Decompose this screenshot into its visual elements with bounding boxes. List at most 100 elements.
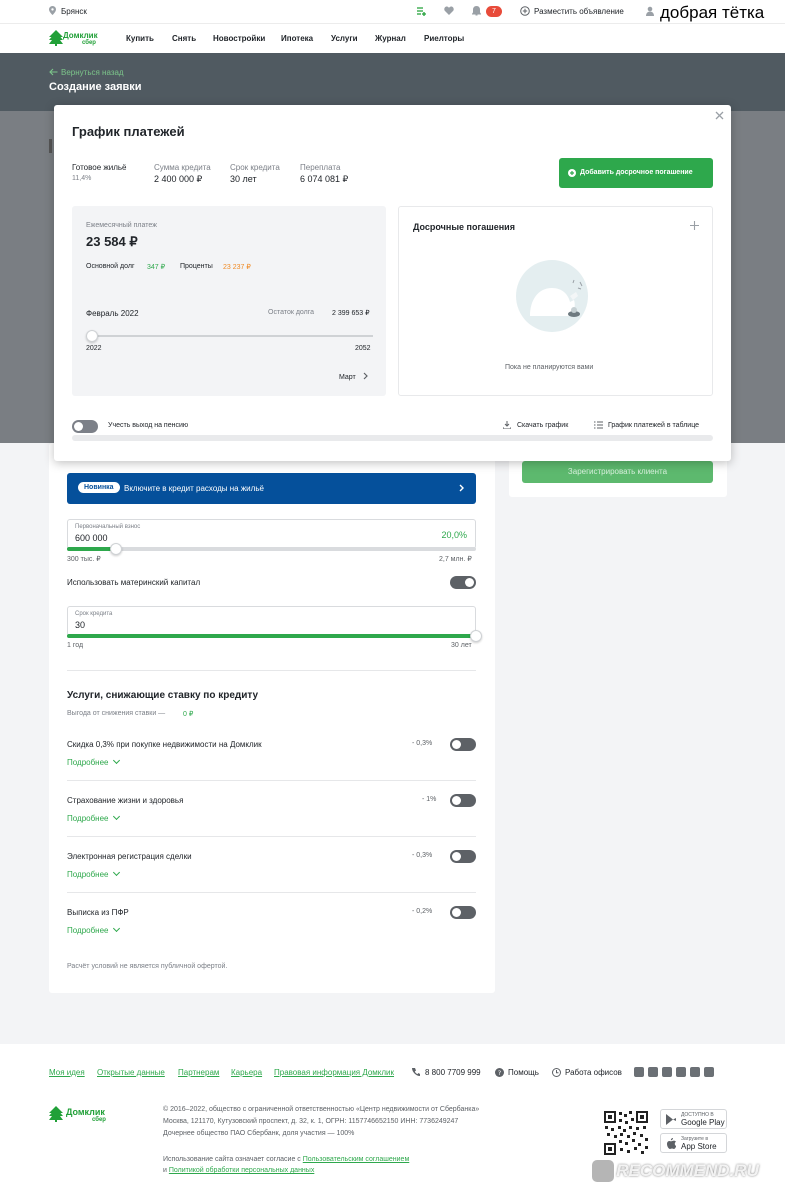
loan-term-slider-thumb[interactable] <box>470 630 482 642</box>
watermark-text: RECOMMEND.RU <box>616 1161 759 1180</box>
nav-mortgage[interactable]: Ипотека <box>281 34 313 43</box>
service-more-link[interactable]: Подробнее <box>67 756 120 767</box>
footer-offices[interactable]: Работа офисов <box>565 1068 622 1077</box>
divider <box>67 780 476 781</box>
overpayment-label: Переплата <box>300 163 341 172</box>
next-month-label: Март <box>339 374 356 381</box>
legal-line-3: Дочернее общество ПАО Сбербанк, доля уча… <box>163 1130 355 1137</box>
ok-icon[interactable] <box>648 1067 658 1077</box>
dimmed-tab-underline <box>49 139 52 153</box>
service-toggle[interactable] <box>450 850 476 863</box>
phone-icon <box>412 1068 420 1077</box>
location-pin-icon <box>49 6 56 15</box>
principal-value: 347 ₽ <box>147 264 166 271</box>
post-ad-link[interactable]: Разместить объявление <box>534 7 624 16</box>
download-icon[interactable] <box>502 421 512 430</box>
down-payment-slider-fill <box>67 547 117 551</box>
footer-link[interactable]: Открытые данные <box>97 1068 165 1077</box>
table-list-icon[interactable] <box>594 421 603 429</box>
nav-new-buildings[interactable]: Новостройки <box>213 34 265 43</box>
close-icon[interactable] <box>715 111 724 120</box>
monthly-payment-label: Ежемесячный платеж <box>86 222 157 229</box>
user-name[interactable]: добрая тётка <box>660 3 769 23</box>
legal-line-2: Москва, 121170, Кутузовский проспект, д.… <box>163 1118 459 1125</box>
back-link[interactable]: Вернуться назад <box>61 68 124 77</box>
compare-icon[interactable] <box>416 6 426 16</box>
maternal-capital-toggle[interactable] <box>450 576 476 589</box>
telegram-icon[interactable] <box>634 1067 644 1077</box>
instagram-icon[interactable] <box>662 1067 672 1077</box>
loan-amount-value: 2 400 000 ₽ <box>154 174 203 184</box>
overpayment-value: 6 074 081 ₽ <box>300 174 349 184</box>
watermark-logo-icon <box>592 1160 614 1182</box>
plus-circle-icon <box>520 6 530 16</box>
empty-state-illustration <box>516 260 588 332</box>
notifications-count-badge: 7 <box>486 6 502 17</box>
year-slider-track[interactable] <box>86 335 373 337</box>
down-payment-field[interactable]: Первоначальный взнос 600 000 20,0% <box>67 519 476 549</box>
domclick-logo-icon[interactable] <box>49 30 63 46</box>
nav-rent[interactable]: Снять <box>172 34 196 43</box>
footer-logo-icon[interactable] <box>49 1106 63 1122</box>
main-nav: Домклик сбер Купить Снять Новостройки Ип… <box>0 24 785 53</box>
service-more-link[interactable]: Подробнее <box>67 868 120 879</box>
plus-icon[interactable] <box>690 221 699 230</box>
page-title: Создание заявки <box>49 81 142 93</box>
next-month-link[interactable]: Март <box>339 372 369 381</box>
download-schedule-link[interactable]: Скачать график <box>517 422 568 429</box>
pension-toggle[interactable] <box>72 420 98 433</box>
service-toggle[interactable] <box>450 738 476 751</box>
service-rate: - 0,3% <box>412 852 433 859</box>
favorites-heart-icon[interactable] <box>444 6 454 16</box>
city-selector[interactable]: Брянск <box>61 7 87 16</box>
nav-services[interactable]: Услуги <box>331 34 358 43</box>
google-play-label: Google Play <box>681 1118 725 1127</box>
back-arrow-icon[interactable] <box>49 68 58 76</box>
loan-term-slider[interactable] <box>67 630 482 642</box>
facebook-icon[interactable] <box>704 1067 714 1077</box>
footer-phone[interactable]: 8 800 7709 999 <box>425 1068 481 1077</box>
chevron-down-icon <box>112 756 120 765</box>
early-repayments-panel: Досрочные погашения Пока не планируются … <box>398 206 713 396</box>
privacy-policy-link[interactable]: Политикой обработки персональных данных <box>169 1167 314 1174</box>
down-payment-slider-thumb[interactable] <box>110 543 123 555</box>
google-play-badge[interactable]: ДОСТУПНО В Google Play <box>660 1109 727 1129</box>
footer-help[interactable]: Помощь <box>508 1068 539 1077</box>
notifications-bell-icon[interactable] <box>471 5 482 16</box>
app-store-badge[interactable]: Загрузите в App Store <box>660 1133 727 1153</box>
loan-term-min: 1 год <box>67 642 84 649</box>
down-payment-label: Первоначальный взнос <box>75 524 141 530</box>
horizontal-scrollbar[interactable] <box>72 435 713 441</box>
service-more-link[interactable]: Подробнее <box>67 924 120 935</box>
loan-term-slider-fill <box>67 634 476 638</box>
loan-term-max: 30 лет <box>451 642 472 649</box>
register-client-button[interactable]: Зарегистрировать клиента <box>522 461 713 483</box>
schedule-table-link[interactable]: График платежей в таблице <box>608 422 699 429</box>
footer-link[interactable]: Правовая информация Домклик <box>274 1068 394 1077</box>
service-toggle[interactable] <box>450 906 476 919</box>
footer-link[interactable]: Моя идея <box>49 1068 85 1077</box>
service-name: Страхование жизни и здоровья <box>67 796 184 805</box>
user-agreement-link[interactable]: Пользовательским соглашением <box>303 1156 410 1163</box>
year-slider-thumb[interactable] <box>86 330 98 342</box>
nav-journal[interactable]: Журнал <box>375 34 406 43</box>
payment-schedule-modal: График платежей Готовое жильё 11,4% Сумм… <box>54 105 731 461</box>
down-payment-slider[interactable] <box>67 543 476 555</box>
vk-icon[interactable] <box>676 1067 686 1077</box>
modal-title: График платежей <box>72 124 185 139</box>
footer-link[interactable]: Карьера <box>231 1068 262 1077</box>
add-early-repayment-button[interactable]: Добавить досрочное погашение <box>559 158 713 188</box>
plus-circle-icon <box>568 169 576 177</box>
nav-realtors[interactable]: Риелторы <box>424 34 464 43</box>
loan-term-field[interactable]: Срок кредита 30 <box>67 606 476 636</box>
disclaimer: Расчёт условий не является публичной офе… <box>67 963 228 970</box>
divider <box>67 836 476 837</box>
nav-buy[interactable]: Купить <box>126 34 154 43</box>
footer-link[interactable]: Партнерам <box>178 1068 219 1077</box>
service-toggle[interactable] <box>450 794 476 807</box>
service-more-link[interactable]: Подробнее <box>67 812 120 823</box>
expenses-banner[interactable]: Новинка Включите в кредит расходы на жил… <box>67 473 476 504</box>
footer-logo-sber: сбер <box>92 1117 106 1123</box>
user-icon[interactable] <box>646 6 654 16</box>
plus-social-icon[interactable] <box>690 1067 700 1077</box>
